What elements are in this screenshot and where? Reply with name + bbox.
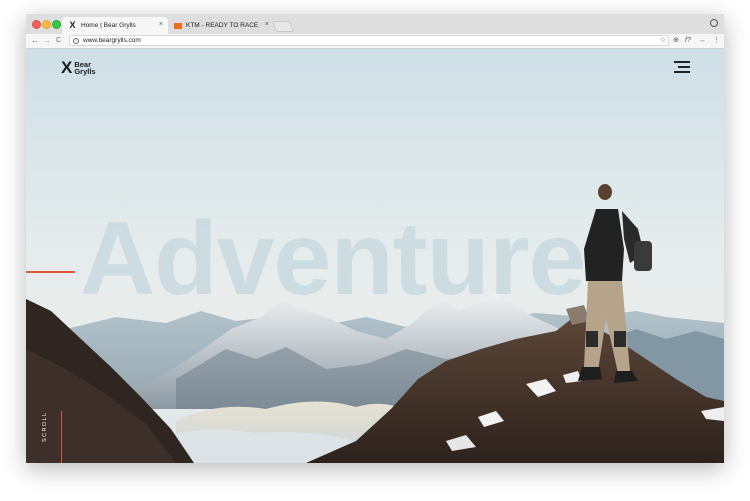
back-button[interactable]: ← bbox=[31, 35, 39, 47]
window-close-button[interactable] bbox=[32, 20, 41, 29]
ktm-favicon-icon bbox=[174, 22, 182, 29]
accent-line bbox=[26, 271, 75, 273]
browser-menu-icon[interactable]: ⋮ bbox=[713, 36, 720, 46]
info-icon[interactable]: i bbox=[73, 37, 79, 44]
tab-close-icon[interactable]: × bbox=[159, 21, 163, 28]
hamburger-menu-icon[interactable] bbox=[674, 61, 690, 73]
tab-close-icon[interactable]: × bbox=[265, 21, 269, 28]
logo-wordmark: Bear Grylls bbox=[74, 60, 96, 76]
tab-home-bear-grylls[interactable]: X Home | Bear Grylls × bbox=[62, 17, 168, 34]
scroll-indicator-line bbox=[61, 411, 62, 463]
tab-ktm[interactable]: KTM - READY TO RACE × bbox=[168, 17, 274, 34]
scroll-indicator-label[interactable]: SCROLL bbox=[42, 412, 48, 442]
bear-grylls-logo-icon: X bbox=[61, 58, 73, 77]
forward-button[interactable]: → bbox=[43, 35, 51, 47]
profile-icon[interactable] bbox=[710, 19, 718, 27]
bookmark-star-icon[interactable]: ☆ bbox=[660, 36, 666, 46]
site-logo[interactable]: X Bear Grylls bbox=[61, 59, 96, 76]
reload-button[interactable]: C bbox=[56, 35, 61, 47]
page-viewport: Adventure X Bear Grylls SCROLL bbox=[26, 49, 724, 463]
tab-title: Home | Bear Grylls bbox=[81, 22, 136, 29]
address-bar[interactable]: i www.beargrylls.com ☆ bbox=[69, 35, 669, 46]
extension-icon-1[interactable]: ⊕ bbox=[673, 36, 679, 46]
new-tab-button[interactable] bbox=[271, 21, 295, 32]
browser-toolbar: ← → C i www.beargrylls.com ☆ ⊕ f? ↔ ⋮ bbox=[26, 34, 724, 49]
tab-title: KTM - READY TO RACE bbox=[186, 22, 259, 29]
tab-bar: X Home | Bear Grylls × KTM - READY TO RA… bbox=[26, 14, 724, 34]
window-maximize-button[interactable] bbox=[52, 20, 61, 29]
extension-icon-2[interactable]: f? bbox=[685, 36, 691, 46]
browser-window: X Home | Bear Grylls × KTM - READY TO RA… bbox=[26, 14, 724, 463]
logo-line-2: Grylls bbox=[74, 66, 96, 76]
bear-grylls-favicon-icon: X bbox=[69, 20, 76, 30]
address-url: www.beargrylls.com bbox=[83, 37, 141, 44]
hero-landscape-image bbox=[26, 184, 724, 463]
extension-icon-3[interactable]: ↔ bbox=[699, 36, 706, 46]
window-minimize-button[interactable] bbox=[42, 20, 51, 29]
